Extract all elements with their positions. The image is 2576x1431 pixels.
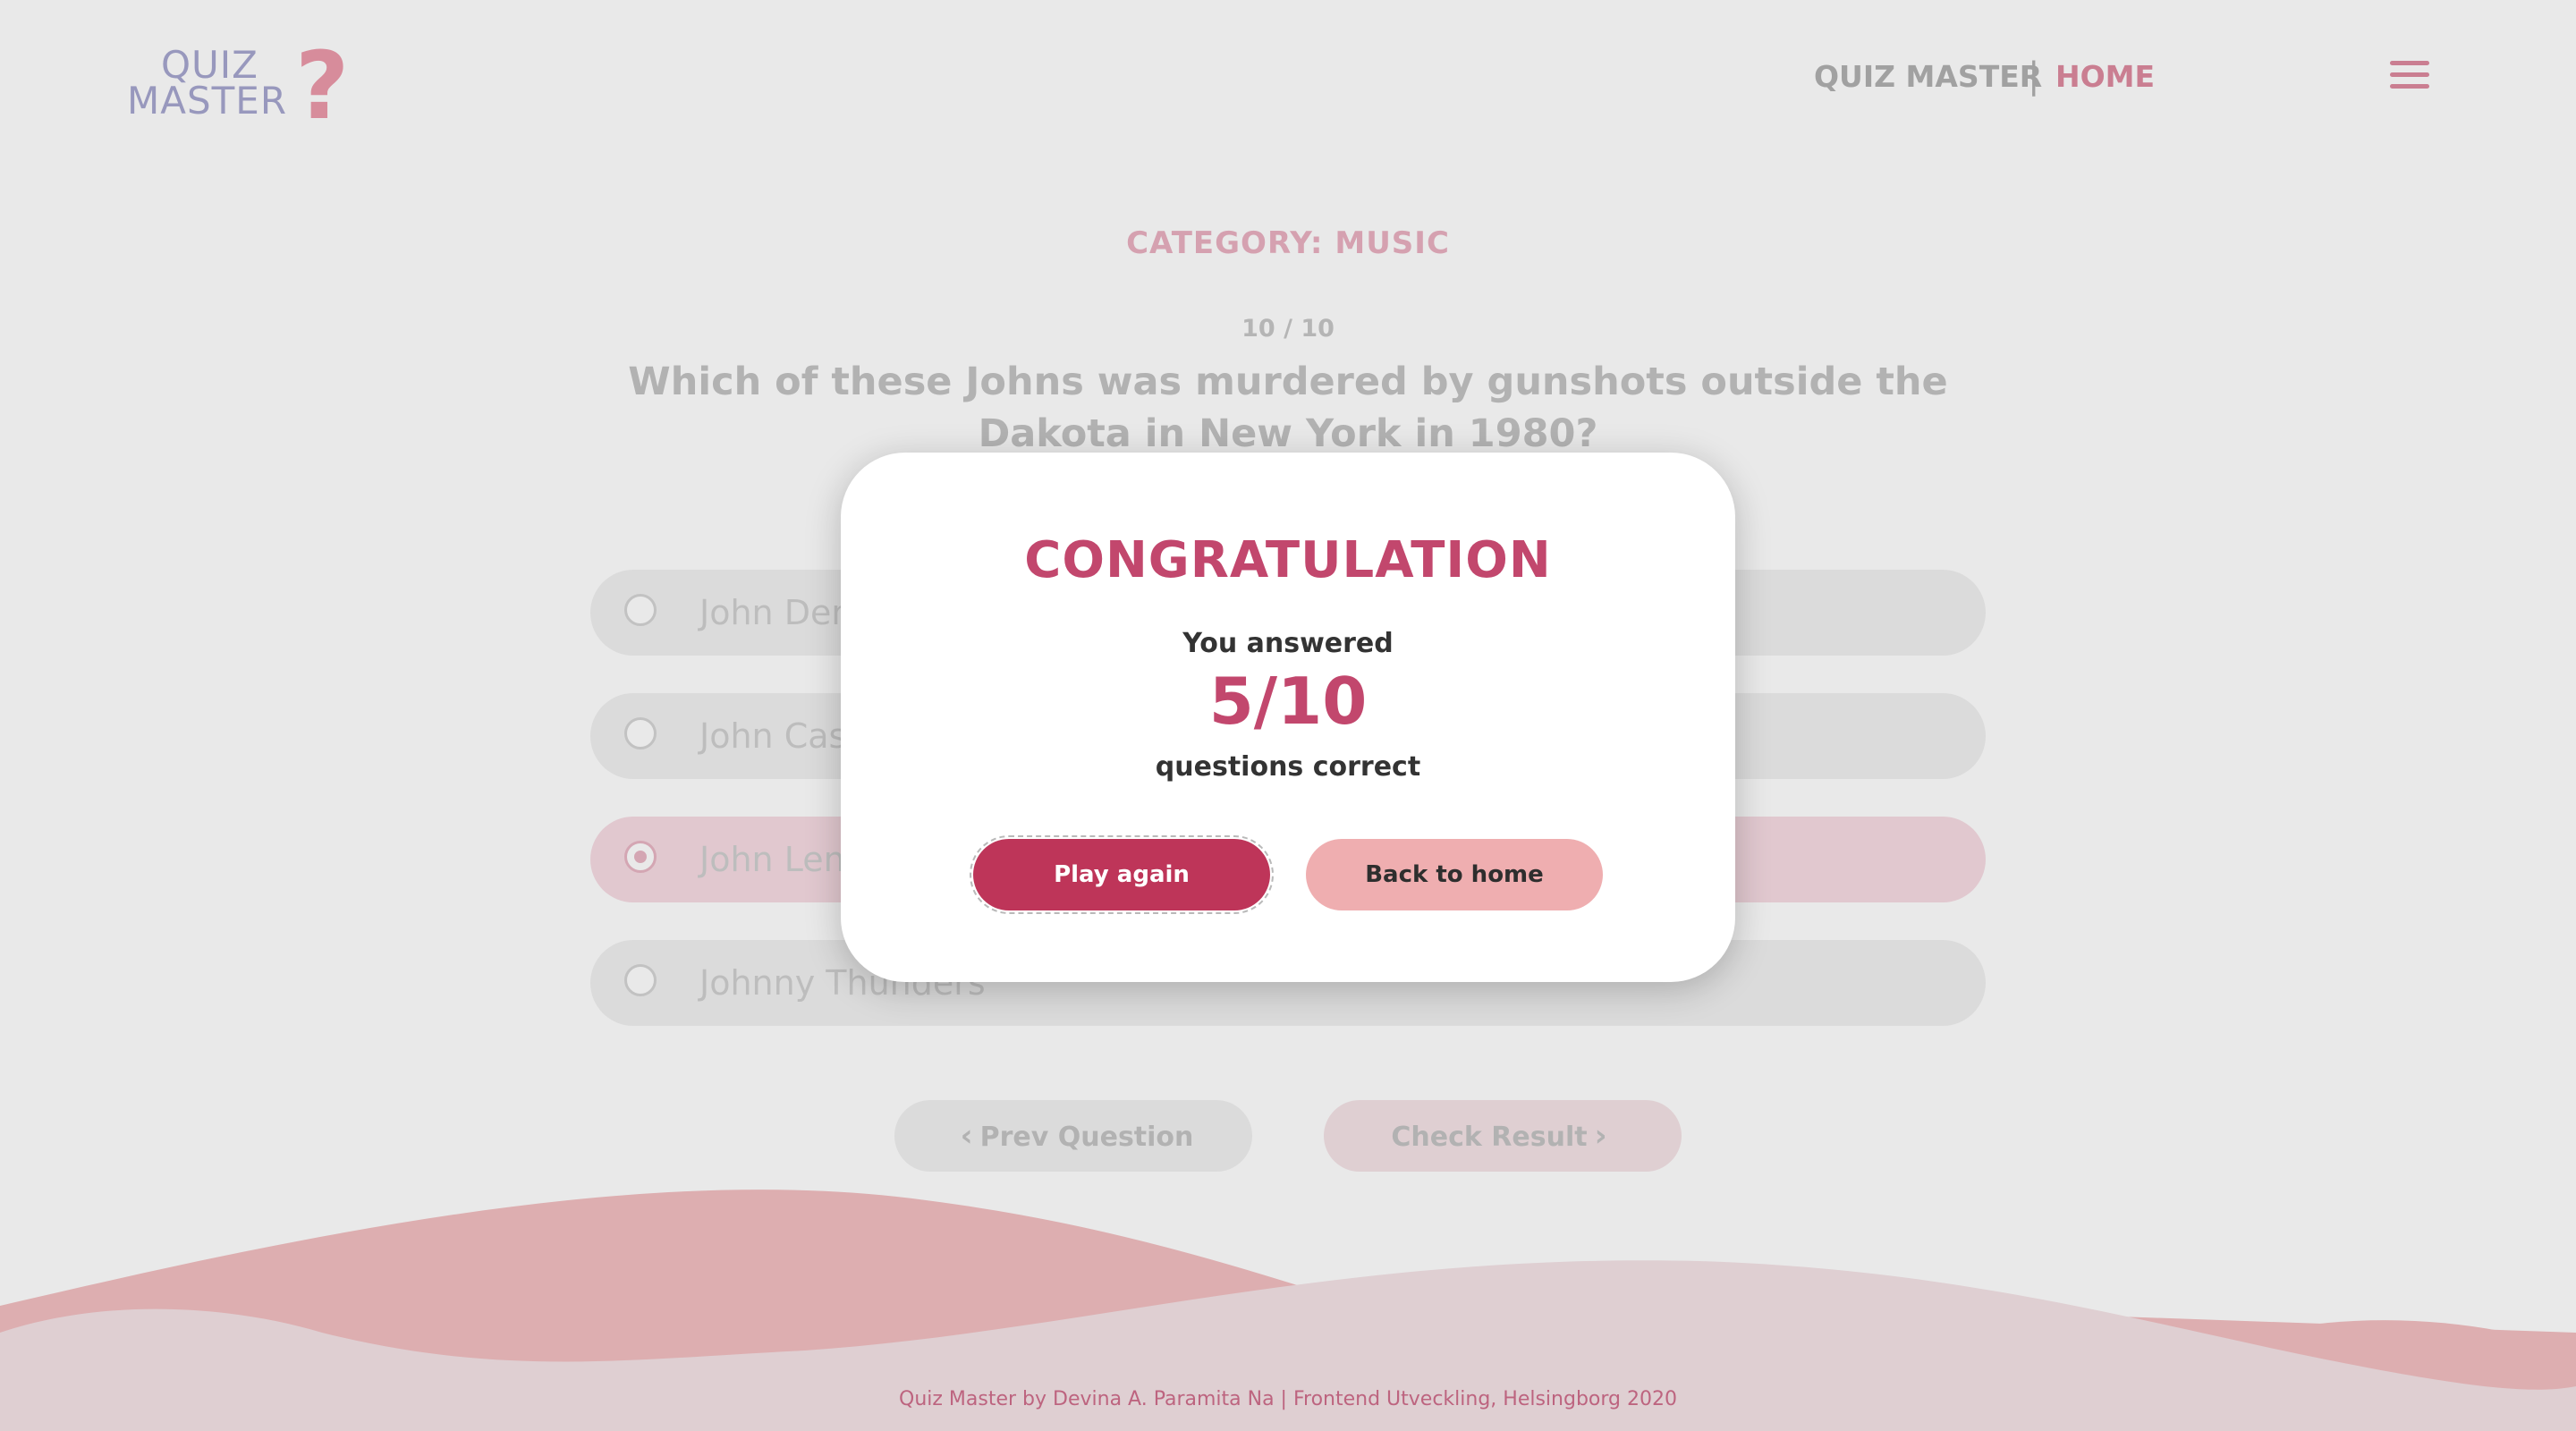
result-modal: CONGRATULATION You answered 5/10 questio… xyxy=(841,453,1735,982)
play-again-button[interactable]: Play again xyxy=(970,835,1274,914)
modal-title: CONGRATULATION xyxy=(1024,531,1552,589)
questions-correct-text: questions correct xyxy=(1155,751,1421,783)
score-value: 5/10 xyxy=(1208,664,1368,739)
you-answered-text: You answered xyxy=(1182,628,1394,659)
page: QUIZ MASTER ? QUIZ MASTER | HOME CATEGOR… xyxy=(0,0,2576,1431)
back-to-home-button[interactable]: Back to home xyxy=(1306,839,1603,910)
